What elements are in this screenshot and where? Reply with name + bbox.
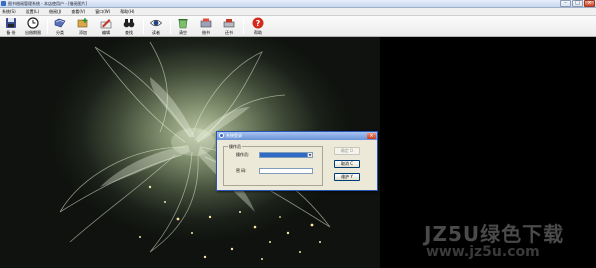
menu-system[interactable]: 系统(S) — [2, 9, 16, 15]
password-label: 密 码: — [236, 168, 247, 173]
eye-icon — [150, 19, 162, 27]
disk-icon — [6, 18, 16, 28]
toolbar-loan-period-button[interactable]: 出借期限 — [24, 17, 42, 36]
minimize-button[interactable]: – — [560, 0, 571, 7]
toolbar-label: 添加 — [79, 30, 87, 35]
toolbar-label: 查找 — [125, 30, 133, 35]
watermark-brand: JZ5U绿色下载 — [424, 222, 565, 246]
recycle-bin-icon — [178, 19, 188, 29]
toolbar-label: 还书 — [225, 30, 233, 35]
toolbar-edit-button[interactable]: 编辑 — [97, 17, 115, 36]
operator-select[interactable]: ▼ — [259, 152, 313, 158]
window-title: 图书借阅管理系统 - 本店使用户 - [借阅图片] — [8, 1, 88, 6]
borrow-icon — [200, 18, 212, 28]
help-icon: ? — [252, 17, 264, 29]
binoculars-icon — [123, 19, 135, 28]
menu-help[interactable]: 帮助(H) — [120, 9, 134, 15]
maintain-button[interactable]: 维护 Y — [334, 173, 360, 181]
toolbar-separator — [243, 19, 244, 34]
ok-button[interactable]: 确定 O — [334, 147, 360, 155]
maximize-button[interactable]: □ — [572, 0, 583, 7]
toolbar-borrow-button[interactable]: 借书 — [197, 17, 215, 36]
watermark: JZ5U绿色下载 www.jz5u.com — [424, 218, 592, 264]
cancel-button[interactable]: 取消 C — [334, 160, 360, 168]
return-icon — [223, 19, 235, 28]
app-icon — [1, 1, 6, 6]
toolbar-label: 清空 — [179, 30, 187, 35]
toolbar-label: 备 份 — [6, 30, 16, 35]
toolbar-separator — [170, 19, 171, 34]
dialog-title-bar[interactable]: 系统登录 × — [217, 132, 377, 140]
add-book-icon — [77, 18, 88, 28]
svg-text:?: ? — [256, 19, 261, 28]
group-label: 操作员 — [228, 144, 242, 150]
toolbar-separator — [47, 19, 48, 34]
menu-window[interactable]: 窗口(W) — [95, 9, 110, 15]
title-bar: 图书借阅管理系统 - 本店使用户 - [借阅图片] – □ × — [0, 0, 596, 8]
login-dialog: 系统登录 × 操作员 操作员: ▼ 密 码: 确定 O 取消 C 维护 Y — [216, 131, 378, 191]
toolbar-clear-button[interactable]: 清空 — [174, 17, 192, 36]
toolbar-backup-button[interactable]: 备 份 — [2, 17, 20, 36]
menu-view[interactable]: 查看(V) — [71, 9, 85, 15]
menu-bar: 系统(S) 设置(L) 借阅(J) 查看(V) 窗口(W) 帮助(H) — [0, 8, 596, 16]
toolbar-return-button[interactable]: 还书 — [220, 17, 238, 36]
operator-label: 操作员: — [236, 152, 250, 157]
toolbar-label: 出借期限 — [25, 30, 41, 35]
toolbar-separator — [143, 19, 144, 34]
watermark-url: www.jz5u.com — [426, 244, 540, 260]
toolbar-search-button[interactable]: 查找 — [120, 17, 138, 36]
toolbar-label: 读者 — [152, 30, 160, 35]
toolbar-category-button[interactable]: 分类 — [51, 17, 69, 36]
dialog-close-button[interactable]: × — [367, 133, 376, 139]
toolbar-label: 借书 — [202, 30, 210, 35]
folder-icon — [54, 18, 66, 28]
edit-icon — [100, 19, 112, 29]
password-input[interactable] — [259, 168, 313, 174]
clock-icon — [27, 17, 39, 29]
menu-borrow[interactable]: 借阅(J) — [49, 9, 61, 15]
window-controls: – □ × — [560, 0, 595, 8]
toolbar-add-button[interactable]: 添加 — [74, 17, 92, 36]
dialog-app-icon — [219, 133, 224, 138]
toolbar-label: 编辑 — [102, 30, 110, 35]
menu-settings[interactable]: 设置(L) — [26, 9, 39, 15]
dialog-title: 系统登录 — [226, 133, 242, 138]
close-button[interactable]: × — [584, 0, 595, 7]
chevron-down-icon[interactable]: ▼ — [307, 153, 312, 157]
toolbar-label: 分类 — [56, 30, 64, 35]
operator-group: 操作员 操作员: ▼ 密 码: — [223, 144, 323, 186]
toolbar-help-button[interactable]: ? 帮助 — [249, 17, 267, 36]
toolbar-reader-button[interactable]: 读者 — [147, 17, 165, 36]
toolbar-label: 帮助 — [254, 30, 262, 35]
toolbar: 备 份 出借期限 分类 添加 编辑 查找 读者 清空 借书 还书 ? 帮助 — [0, 16, 596, 37]
